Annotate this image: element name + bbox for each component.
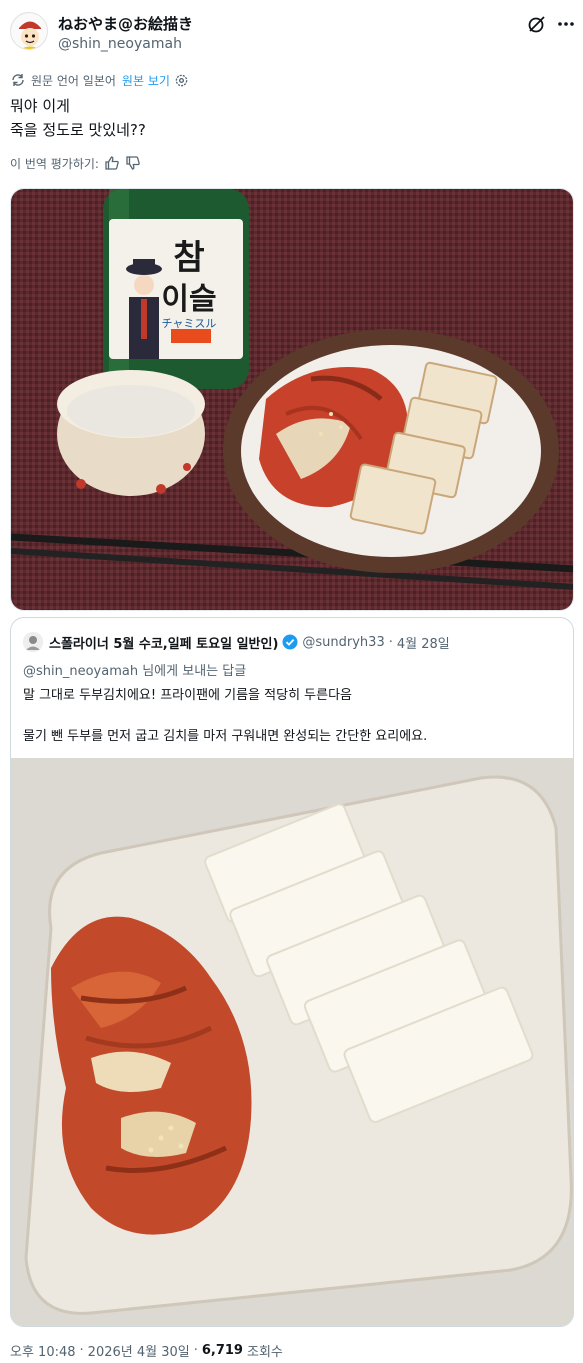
reply-mention-link[interactable]: @shin_neoyamah	[23, 664, 138, 679]
quoted-tweet-date[interactable]: 4월 28일	[397, 633, 450, 652]
quoted-tweet-text-line: 물기 뺀 두부를 먼저 굽고 김치를 마저 구워내면 완성되는 간단한 요리에요…	[23, 729, 428, 744]
quoted-tweet-text-line: 말 그대로 두부김치에요! 프라이팬에 기름을 적당히 두른다음	[23, 688, 353, 703]
tweet-text-line: 뭐야 이게	[10, 97, 70, 115]
separator-dot: ·	[193, 1343, 198, 1358]
view-count: 6,719	[201, 1343, 243, 1358]
rate-translation: 이 번역 평가하기:	[10, 153, 141, 173]
translation-note: 원문 언어 일본어	[31, 73, 116, 88]
quoted-author-handle[interactable]: @sundryh33	[302, 635, 384, 650]
tweet-date[interactable]: 2026년 4월 30일	[88, 1341, 190, 1360]
tweet-photo[interactable]: 참 이슬 チャミスル	[10, 188, 574, 611]
grok-icon[interactable]	[527, 14, 547, 34]
translate-icon	[10, 72, 26, 88]
author-handle[interactable]: @shin_neoyamah	[58, 36, 182, 52]
quoted-author-avatar[interactable]	[23, 632, 43, 652]
quoted-tweet-header: 스폴라이너 5월 수코,일페 토요일 일반인) @sundryh33 · 4월 …	[23, 632, 450, 652]
view-count-label: 조회수	[246, 1345, 283, 1360]
show-original-link[interactable]: 원본 보기	[122, 72, 170, 89]
translation-info: 원문 언어 일본어 원본 보기	[10, 71, 189, 89]
tweet-text: 뭐야 이게 죽을 정도로 맛있네??	[10, 94, 146, 142]
bottle-label-sub: チャミスル	[162, 317, 217, 330]
quoted-author-name[interactable]: 스폴라이너 5월 수코,일페 토요일 일반인)	[49, 633, 278, 652]
bottle-label-bottom: 이슬	[161, 282, 216, 317]
author-avatar[interactable]	[10, 12, 48, 50]
separator-dot: ·	[79, 1343, 84, 1358]
thumbs-down-icon[interactable]	[125, 155, 141, 171]
thumbs-up-icon[interactable]	[104, 155, 120, 171]
replying-to: @shin_neoyamah 님에게 보내는 답글	[23, 660, 246, 679]
tweet-header: ねおやま@お絵描き @shin_neoyamah	[0, 0, 583, 64]
quoted-tweet[interactable]: 스폴라이너 5월 수코,일페 토요일 일반인) @sundryh33 · 4월 …	[10, 617, 574, 1327]
more-options-icon[interactable]	[556, 14, 576, 34]
separator-dot: ·	[388, 634, 393, 650]
bottle-label-top: 참	[173, 238, 204, 278]
quoted-tweet-photo[interactable]	[11, 758, 573, 1326]
verified-badge-icon	[282, 634, 298, 650]
tweet-time[interactable]: 오후 10:48	[10, 1341, 76, 1360]
author-display-name[interactable]: ねおやま@お絵描き	[58, 13, 193, 34]
tweet-metadata: 오후 10:48 · 2026년 4월 30일 · 6,719 조회수	[10, 1341, 283, 1360]
reply-suffix: 님에게 보내는 답글	[138, 664, 247, 679]
rate-translation-label: 이 번역 평가하기:	[10, 156, 99, 171]
gear-icon[interactable]	[174, 73, 189, 88]
tweet-text-line: 죽을 정도로 맛있네??	[10, 121, 146, 139]
